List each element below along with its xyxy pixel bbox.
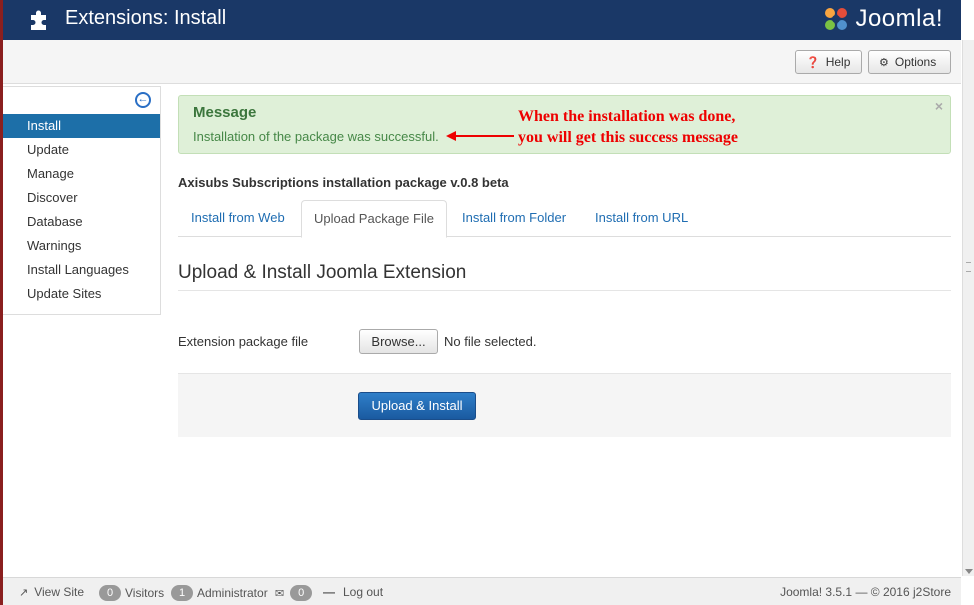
section-divider bbox=[178, 290, 951, 291]
browse-button[interactable]: Browse... bbox=[359, 329, 438, 354]
sidebar-item-manage[interactable]: Manage bbox=[3, 162, 160, 186]
options-label: Options bbox=[894, 55, 937, 69]
sidebar-item-warnings[interactable]: Warnings bbox=[3, 234, 160, 258]
upload-install-button[interactable]: Upload & Install bbox=[358, 392, 476, 420]
tab-install-from-folder[interactable]: Install from Folder bbox=[450, 200, 578, 237]
scroll-down-icon[interactable] bbox=[965, 569, 973, 574]
messages-status[interactable]: ✉ 0 bbox=[275, 585, 316, 601]
section-title: Upload & Install Joomla Extension bbox=[178, 262, 467, 283]
visitors-label: Visitors bbox=[125, 586, 165, 600]
administrator-status[interactable]: 1 Administrator bbox=[171, 585, 268, 601]
tab-upload-package-file[interactable]: Upload Package File bbox=[301, 200, 447, 238]
tab-install-from-web[interactable]: Install from Web bbox=[179, 200, 297, 237]
joomla-logo-icon bbox=[825, 8, 848, 30]
vertical-scrollbar[interactable] bbox=[962, 40, 974, 576]
minus-icon: — bbox=[323, 585, 335, 599]
sidebar-item-update[interactable]: Update bbox=[3, 138, 160, 162]
version-info: Joomla! 3.5.1 — © 2016 j2Store bbox=[780, 585, 951, 599]
administrator-badge: 1 bbox=[171, 585, 193, 601]
page-title: Extensions: Install bbox=[65, 7, 227, 29]
question-icon: ❓ bbox=[806, 56, 820, 69]
sidebar-menu: Install Update Manage Discover Database … bbox=[3, 114, 160, 306]
logout-label: Log out bbox=[343, 585, 384, 599]
messages-badge: 0 bbox=[290, 585, 313, 601]
install-tabs: Install from Web Upload Package File Ins… bbox=[178, 200, 951, 238]
options-button[interactable]: ⚙ Options bbox=[868, 50, 951, 74]
annotation-note: When the installation was done, you will… bbox=[518, 106, 738, 148]
visitors-status[interactable]: 0 Visitors bbox=[99, 585, 164, 601]
message-heading: Message bbox=[193, 104, 257, 121]
sidebar-item-discover[interactable]: Discover bbox=[3, 186, 160, 210]
annotation-line-1: When the installation was done, bbox=[518, 108, 736, 125]
administrator-label: Administrator bbox=[197, 586, 268, 600]
message-text: Installation of the package was successf… bbox=[193, 129, 439, 144]
extension-package-label: Extension package file bbox=[178, 334, 309, 349]
tab-install-from-url[interactable]: Install from URL bbox=[583, 200, 700, 237]
sidebar-collapse-icon[interactable]: ← bbox=[135, 92, 151, 108]
status-bar: ↗ View Site 0 Visitors 1 Administrator ✉… bbox=[3, 577, 961, 605]
package-title: Axisubs Subscriptions installation packa… bbox=[178, 175, 509, 190]
external-link-icon: ↗ bbox=[19, 586, 29, 599]
gear-icon: ⚙ bbox=[879, 56, 889, 69]
logo-text: Joomla! bbox=[855, 5, 943, 32]
sidebar-item-update-sites[interactable]: Update Sites bbox=[3, 282, 160, 306]
toolbar: ❓ Help ⚙ Options bbox=[3, 40, 961, 84]
help-label: Help bbox=[825, 55, 851, 69]
sidebar-item-install[interactable]: Install bbox=[3, 114, 160, 138]
sidebar-item-install-languages[interactable]: Install Languages bbox=[3, 258, 160, 282]
annotation-line-2: you will get this success message bbox=[518, 129, 738, 146]
joomla-logo[interactable]: Joomla! bbox=[821, 2, 943, 36]
close-icon[interactable]: × bbox=[935, 98, 943, 114]
visitors-badge: 0 bbox=[99, 585, 121, 601]
envelope-icon: ✉ bbox=[275, 587, 285, 600]
view-site-link[interactable]: ↗ View Site bbox=[19, 585, 84, 599]
app-header: Extensions: Install Joomla! bbox=[3, 0, 961, 40]
view-site-label: View Site bbox=[34, 585, 85, 599]
help-button[interactable]: ❓ Help bbox=[795, 50, 862, 74]
file-status: No file selected. bbox=[444, 334, 537, 349]
logout-link[interactable]: — Log out bbox=[323, 585, 383, 599]
puzzle-icon bbox=[31, 10, 46, 30]
sidebar-item-database[interactable]: Database bbox=[3, 210, 160, 234]
annotation-arrow-icon bbox=[446, 131, 514, 141]
scrollbar-grip-icon[interactable] bbox=[966, 262, 971, 272]
sidebar: ← Install Update Manage Discover Databas… bbox=[3, 86, 161, 315]
form-actions: Upload & Install bbox=[178, 373, 951, 437]
